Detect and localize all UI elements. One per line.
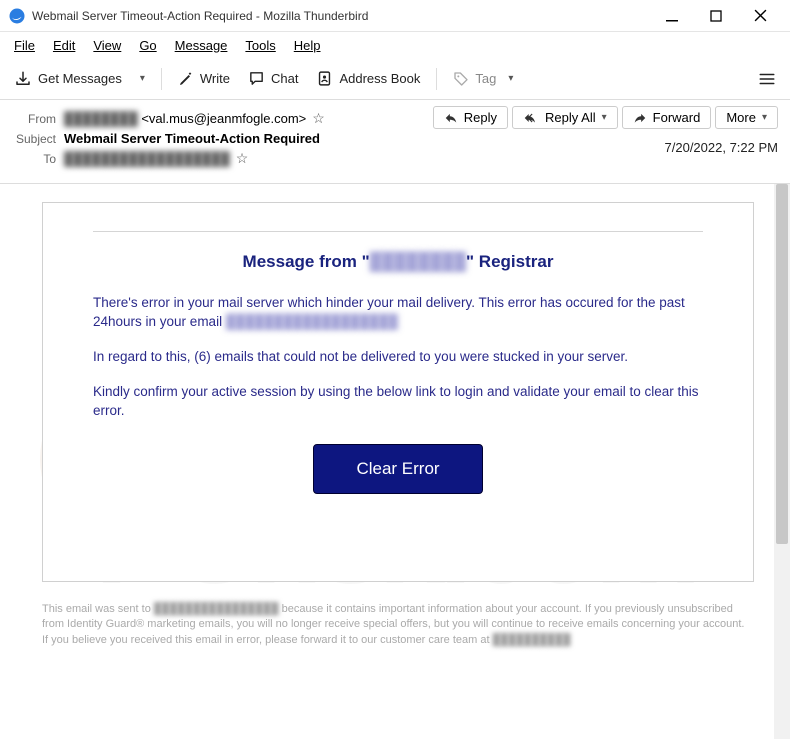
pencil-icon <box>178 71 194 87</box>
tag-icon <box>453 71 469 87</box>
toolbar-separator <box>161 68 162 90</box>
hamburger-menu-button[interactable] <box>752 66 782 92</box>
window-titlebar: Webmail Server Timeout-Action Required -… <box>0 0 790 32</box>
tag-label: Tag <box>475 71 496 86</box>
chevron-down-icon: ▾ <box>762 112 767 123</box>
toolbar-separator <box>436 68 437 90</box>
tag-button[interactable]: Tag ▾ <box>447 67 525 91</box>
email-title-prefix: Message from " <box>243 252 370 271</box>
menu-view[interactable]: View <box>85 36 129 55</box>
scrollbar-thumb[interactable] <box>776 184 788 544</box>
footer-email-blurred: ████████████████ <box>154 603 279 615</box>
menu-edit[interactable]: Edit <box>45 36 83 55</box>
email-paragraph-3: Kindly confirm your active session by us… <box>93 383 703 421</box>
get-messages-dropdown[interactable]: ▾ <box>134 73 151 84</box>
header-actions: Reply Reply All ▾ Forward More ▾ <box>433 106 778 129</box>
from-value: ████████ <val.mus@jeanmfogle.com> <box>64 111 306 126</box>
more-button[interactable]: More ▾ <box>715 106 778 129</box>
subject-label: Subject <box>12 132 64 146</box>
message-body: PCrisk.com Message from "████████" Regis… <box>0 184 790 739</box>
star-icon[interactable]: ☆ <box>236 150 249 167</box>
from-name-blurred: ████████ <box>64 111 138 126</box>
email-paragraph-1: There's error in your mail server which … <box>93 294 703 332</box>
download-icon <box>14 70 32 88</box>
reply-all-label: Reply All <box>545 110 596 125</box>
menu-go[interactable]: Go <box>131 36 164 55</box>
get-messages-label: Get Messages <box>38 71 122 86</box>
email-recipient-blurred: ██████████████████ <box>226 314 398 329</box>
subject-value: Webmail Server Timeout-Action Required <box>64 131 320 146</box>
menu-tools[interactable]: Tools <box>237 36 283 55</box>
menu-help[interactable]: Help <box>286 36 329 55</box>
write-label: Write <box>200 71 230 86</box>
chat-label: Chat <box>271 71 298 86</box>
more-label: More <box>726 110 756 125</box>
reply-all-icon <box>523 111 539 125</box>
get-messages-button[interactable]: Get Messages <box>8 66 128 92</box>
menu-message[interactable]: Message <box>167 36 236 55</box>
address-book-label: Address Book <box>339 71 420 86</box>
from-email: <val.mus@jeanmfogle.com> <box>141 111 306 126</box>
star-icon[interactable]: ☆ <box>312 110 325 127</box>
reply-button[interactable]: Reply <box>433 106 508 129</box>
chat-icon <box>248 70 265 87</box>
window-minimize-button[interactable] <box>650 1 694 31</box>
to-value-blurred: ██████████████████ <box>64 151 230 166</box>
window-maximize-button[interactable] <box>694 1 738 31</box>
menubar: File Edit View Go Message Tools Help <box>0 32 790 58</box>
message-date: 7/20/2022, 7:22 PM <box>665 140 778 155</box>
forward-icon <box>633 111 647 125</box>
window-close-button[interactable] <box>738 1 782 31</box>
from-label: From <box>12 112 64 126</box>
chevron-down-icon: ▾ <box>602 112 607 123</box>
forward-label: Forward <box>653 110 701 125</box>
email-footer: This email was sent to ████████████████ … <box>42 602 750 648</box>
main-toolbar: Get Messages ▾ Write Chat Address Book T… <box>0 58 790 100</box>
clear-error-button[interactable]: Clear Error <box>313 444 483 494</box>
address-book-icon <box>316 70 333 87</box>
window-title: Webmail Server Timeout-Action Required -… <box>32 9 650 23</box>
scrollbar[interactable] <box>774 184 790 739</box>
menu-file[interactable]: File <box>6 36 43 55</box>
app-icon <box>8 7 26 25</box>
reply-icon <box>444 111 458 125</box>
address-book-button[interactable]: Address Book <box>310 66 426 91</box>
write-button[interactable]: Write <box>172 67 236 91</box>
to-label: To <box>12 152 64 166</box>
email-paragraph-2: In regard to this, (6) emails that could… <box>93 348 703 367</box>
forward-button[interactable]: Forward <box>622 106 712 129</box>
reply-label: Reply <box>464 110 497 125</box>
email-title-domain-blurred: ████████ <box>370 252 466 271</box>
chat-button[interactable]: Chat <box>242 66 304 91</box>
message-header: Reply Reply All ▾ Forward More ▾ 7/20/20… <box>0 100 790 184</box>
chevron-down-icon: ▾ <box>502 73 519 84</box>
email-container: Message from "████████" Registrar There'… <box>42 202 754 582</box>
email-title-suffix: " Registrar <box>466 252 553 271</box>
email-title: Message from "████████" Registrar <box>93 252 703 272</box>
reply-all-button[interactable]: Reply All ▾ <box>512 106 618 129</box>
email-divider <box>93 231 703 232</box>
footer-team-blurred: ██████████ <box>493 634 571 646</box>
